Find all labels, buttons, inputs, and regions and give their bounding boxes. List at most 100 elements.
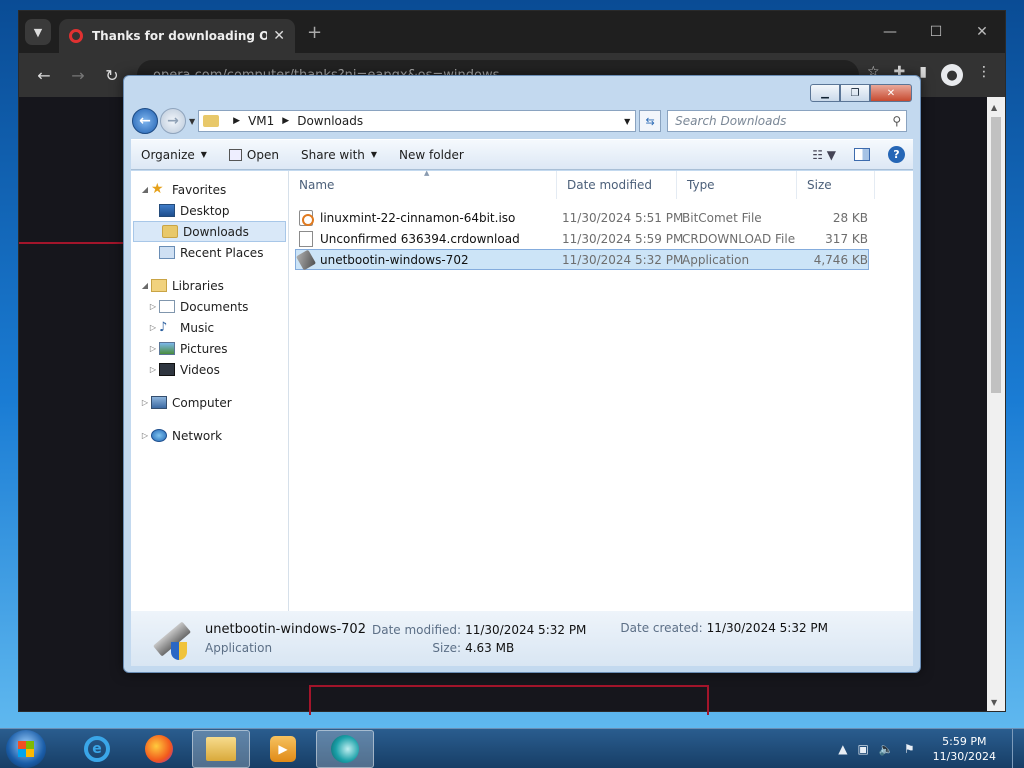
browser-window-controls: — ☐ ✕ [867,24,1005,40]
collapse-triangle-icon[interactable]: ▷ [147,365,159,374]
details-label: Date created: [620,621,703,635]
share-with-button[interactable]: Share with ▼ [301,148,377,162]
scroll-up-icon[interactable]: ▲ [991,103,997,112]
nav-downloads[interactable]: Downloads [133,221,286,242]
folder-icon [203,115,220,127]
breadcrumb-item-downloads[interactable]: Downloads [297,114,363,128]
profile-avatar-icon[interactable]: ● [941,64,963,86]
internet-explorer-icon: e [84,735,110,762]
refresh-button[interactable]: ⇆ [639,110,662,132]
file-row-selected[interactable]: unetbootin-windows-702 11/30/2024 5:32 P… [295,249,869,270]
column-header-type[interactable]: Type [677,170,797,199]
forward-arrow-icon[interactable]: → [61,66,95,85]
search-icon[interactable]: ⚲ [892,114,901,128]
expand-triangle-icon[interactable]: ◢ [139,185,151,194]
recent-pages-dropdown-icon[interactable]: ▼ [189,117,195,126]
nav-computer[interactable]: ▷ Computer [131,392,288,413]
file-size: 28 KB [832,210,868,225]
tab-menu-button[interactable]: ▼ [25,19,51,45]
libraries-icon [151,279,167,292]
collapse-triangle-icon[interactable]: ▷ [147,302,159,311]
browser-scrollbar[interactable]: ▲ ▼ [987,97,1005,711]
system-tray: ▲ ▣ 🔈 ⚑ 5:59 PM 11/30/2024 [838,734,1006,764]
details-value: 11/30/2024 5:32 PM [706,621,829,635]
open-label: Open [246,147,279,162]
file-row[interactable]: Unconfirmed 636394.crdownload 11/30/2024… [295,228,869,249]
share-with-label: Share with [300,147,365,162]
browser-maximize-button[interactable]: ☐ [913,24,959,40]
taskbar-opera[interactable] [316,729,374,768]
new-folder-button[interactable]: New folder [399,148,464,162]
column-header-date[interactable]: Date modified [557,170,677,199]
breadcrumb-separator-icon[interactable]: ▶ [282,116,289,126]
iso-file-icon [299,209,314,226]
open-button[interactable]: Open [228,147,279,162]
tab-close-icon[interactable]: ✕ [273,28,285,44]
nav-favorites[interactable]: ◢ ★ Favorites [131,179,288,200]
search-input[interactable]: Search Downloads ⚲ [667,110,908,132]
help-icon[interactable]: ? [888,146,905,163]
file-row[interactable]: linuxmint-22-cinnamon-64bit.iso 11/30/20… [295,207,869,228]
music-icon: ♪ [159,320,168,335]
breadcrumb[interactable]: ▶ VM1 ▶ Downloads ▼ [198,110,637,132]
nav-music[interactable]: ▷ ♪ Music [131,317,288,338]
collapse-triangle-icon[interactable]: ▷ [139,431,151,440]
column-header-name[interactable]: Name [289,170,557,199]
nav-libraries[interactable]: ◢ Libraries [131,275,288,296]
network-tray-icon[interactable]: ▣ [858,742,869,756]
preview-pane-icon[interactable] [854,148,870,161]
volume-muted-icon[interactable]: 🔈 [879,742,894,756]
clock[interactable]: 5:59 PM 11/30/2024 [933,734,996,764]
file-type: CRDOWNLOAD File [682,231,796,246]
new-tab-button[interactable]: + [307,22,322,43]
maximize-button[interactable]: ❐ [840,84,870,102]
start-button[interactable] [6,729,46,768]
nav-network[interactable]: ▷ Network [131,425,288,446]
taskbar-file-explorer[interactable] [192,729,250,768]
collapse-triangle-icon[interactable]: ▷ [147,344,159,353]
collapse-triangle-icon[interactable]: ▷ [147,323,159,332]
expand-triangle-icon[interactable]: ◢ [139,281,151,290]
minimize-button[interactable]: ▁ [810,84,840,102]
breadcrumb-item-vm1[interactable]: VM1 [248,114,274,128]
nav-pictures[interactable]: ▷ Pictures [131,338,288,359]
close-button[interactable]: ✕ [870,84,912,102]
taskbar-internet-explorer[interactable]: e [68,730,126,768]
scrollbar-thumb[interactable] [991,117,1001,393]
organize-button[interactable]: Organize ▼ [141,148,207,162]
show-hidden-icons-icon[interactable]: ▲ [838,742,847,756]
browser-minimize-button[interactable]: — [867,24,913,40]
scroll-down-icon[interactable]: ▼ [991,698,997,707]
taskbar-firefox[interactable] [130,730,188,768]
change-view-icon[interactable]: ☷ ▼ [812,148,836,162]
file-size: 4,746 KB [813,252,868,267]
nav-label: Pictures [180,341,228,356]
taskbar-media-player[interactable]: ▶ [254,730,312,768]
show-desktop-button[interactable] [1012,728,1024,768]
nav-label: Recent Places [180,245,264,260]
uac-shield-icon [171,641,187,660]
breadcrumb-separator-icon[interactable]: ▶ [233,116,240,126]
browser-menu-icon[interactable]: ⋮ [977,64,991,86]
nav-recent-places[interactable]: Recent Places [131,242,288,263]
details-value: 11/30/2024 5:32 PM [465,622,587,637]
back-button[interactable]: ← [132,108,158,134]
forward-button[interactable]: → [160,108,186,134]
nav-label: Desktop [180,203,230,218]
navigation-pane: ◢ ★ Favorites Desktop Downloads Recent P… [131,171,289,614]
pictures-icon [159,342,175,355]
back-arrow-icon[interactable]: ← [27,66,61,85]
browser-tab-active[interactable]: Thanks for downloading Opera ✕ [59,19,295,53]
collapse-triangle-icon[interactable]: ▷ [139,398,151,407]
recent-places-icon [159,246,175,259]
nav-videos[interactable]: ▷ Videos [131,359,288,380]
nav-documents[interactable]: ▷ Documents [131,296,288,317]
explorer-title-bar[interactable]: ▁ ❐ ✕ [124,76,920,106]
file-size: 317 KB [825,231,868,246]
column-header-size[interactable]: Size [797,170,875,199]
action-center-flag-icon[interactable]: ⚑ [904,742,915,756]
browser-close-button[interactable]: ✕ [959,24,1005,40]
nav-desktop[interactable]: Desktop [131,200,288,221]
address-dropdown-icon[interactable]: ▼ [619,117,635,126]
